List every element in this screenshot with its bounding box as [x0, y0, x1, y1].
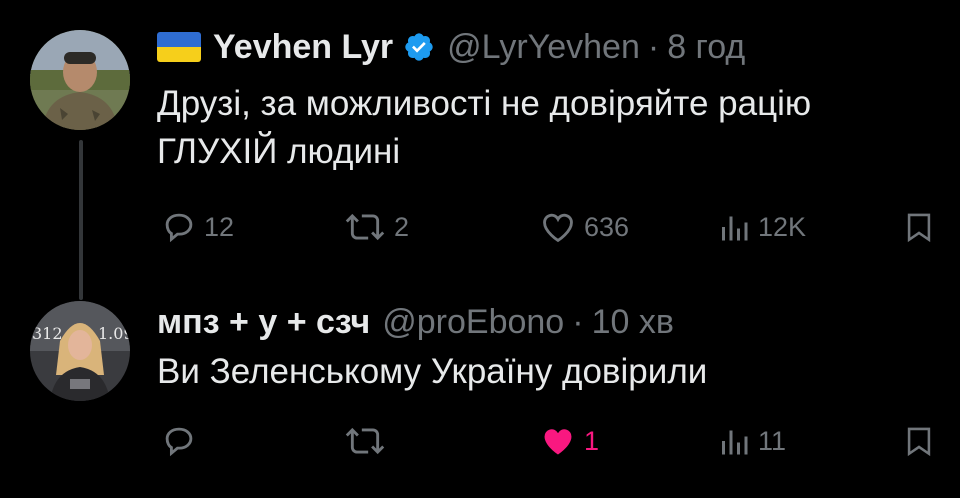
avatar-proebono[interactable]: 312 1.09: [30, 301, 130, 401]
retweet-icon: [345, 427, 385, 455]
reply-button[interactable]: 12: [160, 208, 234, 246]
reply-button[interactable]: [160, 422, 204, 460]
views-icon: [722, 216, 748, 241]
avatar-yevhen[interactable]: [30, 30, 130, 130]
retweet-button[interactable]: [342, 422, 394, 460]
author-name[interactable]: Yevhen Lyr: [213, 27, 393, 67]
tweet-text: Ви Зеленському Україну довірили: [157, 348, 937, 396]
bookmark-icon: [907, 427, 931, 457]
timestamp[interactable]: 10 хв: [592, 302, 674, 342]
svg-text:1.09: 1.09: [98, 324, 130, 343]
views-button[interactable]: 12K: [716, 208, 806, 246]
separator-dot: ·: [572, 303, 584, 341]
tweet-text-line: Друзі, за можливості не довіряйте рацію: [157, 84, 812, 123]
ukraine-flag-icon: [157, 32, 201, 62]
reply-count: 12: [204, 212, 235, 242]
tweet-text: Друзі, за можливості не довіряйте рацію …: [157, 80, 937, 176]
tweet-text-line: Ви Зеленському Україну довірили: [157, 352, 708, 391]
action-bar: 1 11: [0, 422, 960, 466]
separator-dot: ·: [647, 28, 660, 66]
reply-icon: [165, 213, 193, 243]
like-icon: [543, 213, 573, 243]
like-button[interactable]: 1: [538, 422, 599, 460]
retweet-button[interactable]: 2: [342, 208, 409, 246]
tweet-header: Yevhen Lyr @LyrYevhen · 8 год: [157, 27, 745, 67]
like-button[interactable]: 636: [538, 208, 629, 246]
views-button[interactable]: 11: [716, 422, 786, 460]
like-count: 636: [584, 212, 630, 242]
views-count: 12K: [758, 212, 807, 242]
avatar-background-text: 312: [32, 324, 63, 343]
tweet-text-line: ГЛУХІЙ людині: [157, 132, 401, 171]
reply-icon: [165, 427, 193, 457]
action-bar: 12 2 636 12K: [0, 208, 960, 252]
author-handle[interactable]: @LyrYevhen: [447, 27, 640, 67]
like-count: 1: [584, 426, 600, 456]
tweet-1[interactable]: Yevhen Lyr @LyrYevhen · 8 год Друзі, за …: [0, 0, 960, 300]
verified-badge-icon[interactable]: [403, 31, 435, 63]
timestamp[interactable]: 8 год: [667, 27, 745, 67]
bookmark-button[interactable]: [902, 208, 936, 246]
retweet-count: 2: [394, 212, 410, 242]
retweet-icon: [345, 213, 385, 241]
bookmark-button[interactable]: [902, 422, 936, 460]
author-name[interactable]: мпз + у + сзч: [157, 302, 370, 342]
views-icon: [722, 430, 748, 455]
like-icon: [544, 429, 572, 455]
tweet-header: мпз + у + сзч @proEbono · 10 хв: [157, 302, 674, 342]
views-count: 11: [758, 426, 787, 456]
author-handle[interactable]: @proEbono: [382, 302, 564, 342]
tweet-2[interactable]: 312 1.09 мпз + у + сзч @proEbono · 10 хв…: [0, 290, 960, 498]
bookmark-icon: [907, 213, 931, 243]
